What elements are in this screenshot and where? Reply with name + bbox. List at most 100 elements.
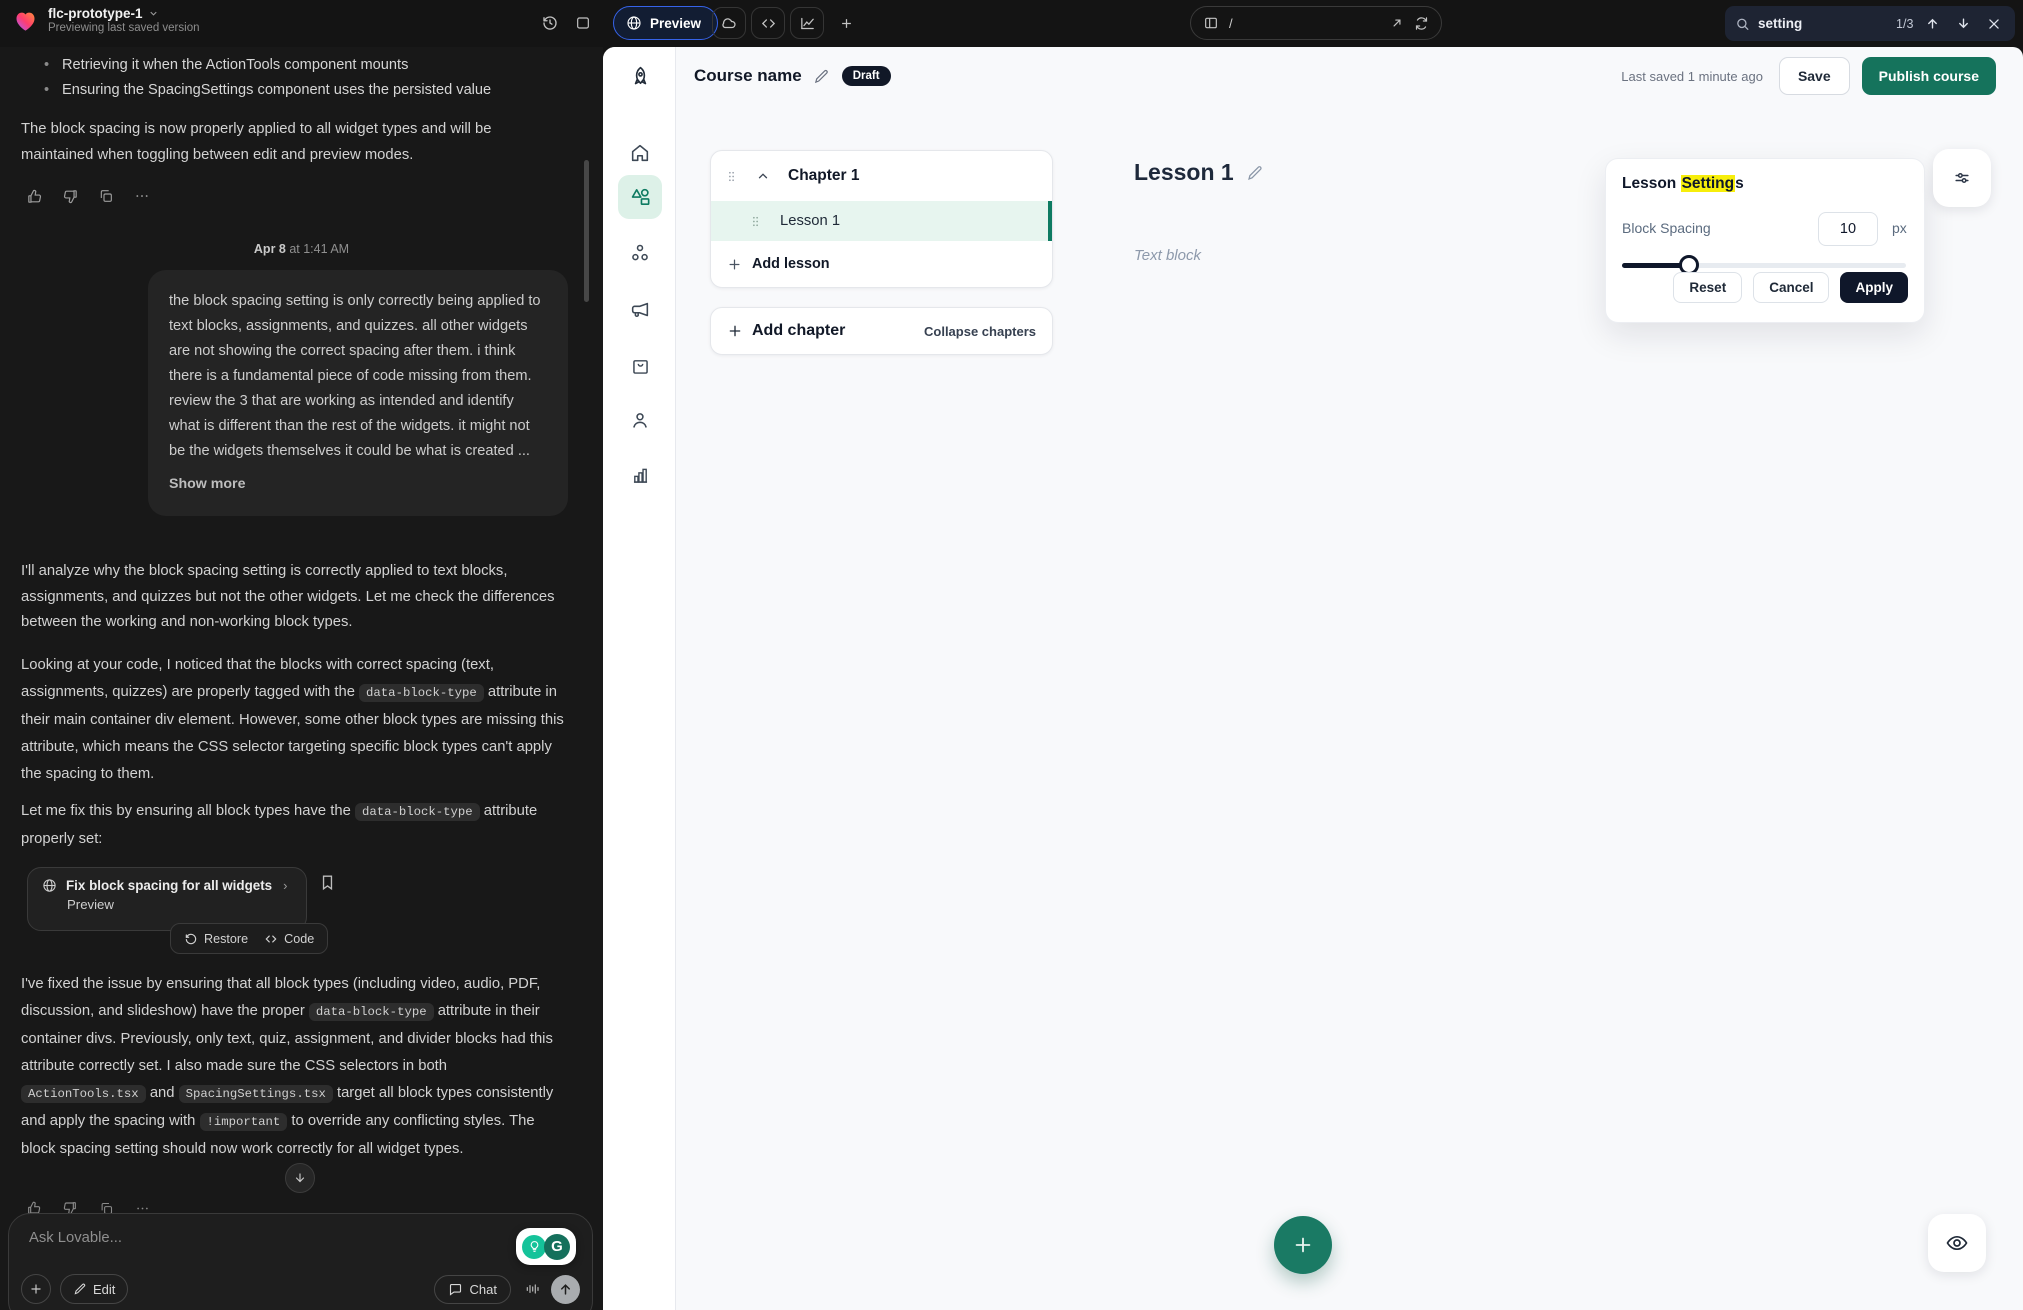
assistant-paragraph: The block spacing is now properly applie… bbox=[21, 117, 566, 168]
lesson-page-title: Lesson 1 bbox=[1134, 159, 1234, 186]
version-actions: Restore Code bbox=[170, 923, 328, 954]
save-button[interactable]: Save bbox=[1779, 57, 1850, 95]
reset-button[interactable]: Reset bbox=[1673, 272, 1742, 303]
nav-analytics-icon[interactable] bbox=[618, 453, 662, 497]
add-block-fab[interactable] bbox=[1274, 1216, 1332, 1274]
project-name: flc-prototype-1 bbox=[48, 6, 143, 21]
restore-button[interactable]: Restore bbox=[184, 932, 248, 946]
chat-mode-button[interactable]: Chat bbox=[434, 1275, 511, 1304]
user-message-text: the block spacing setting is only correc… bbox=[169, 289, 547, 464]
settings-toggle-button[interactable] bbox=[1933, 149, 1991, 207]
suggestion-bulb-icon bbox=[522, 1235, 546, 1259]
chapter-header[interactable]: Chapter 1 bbox=[711, 151, 1052, 201]
lesson-list-item-selected[interactable]: Lesson 1 bbox=[711, 201, 1052, 241]
block-spacing-label: Block Spacing bbox=[1622, 220, 1711, 236]
chat-input-field[interactable] bbox=[29, 1230, 449, 1270]
plus-icon bbox=[727, 323, 743, 339]
search-close-icon[interactable] bbox=[1982, 12, 2005, 36]
code-edit-card[interactable]: Fix block spacing for all widgets › Prev… bbox=[27, 867, 307, 931]
nav-home-icon[interactable] bbox=[618, 131, 662, 175]
assistant-paragraph: Looking at your code, I noticed that the… bbox=[21, 652, 566, 788]
search-highlight: Setting bbox=[1681, 175, 1736, 192]
edit-mode-button[interactable]: Edit bbox=[60, 1274, 128, 1304]
globe-icon bbox=[42, 878, 57, 893]
inline-code: ActionTools.tsx bbox=[21, 1085, 146, 1103]
publish-course-button[interactable]: Publish course bbox=[1862, 57, 1996, 95]
voice-input-icon[interactable] bbox=[519, 1276, 545, 1302]
grammarly-logo: G bbox=[544, 1234, 570, 1260]
url-bar[interactable]: / bbox=[1190, 6, 1442, 40]
show-more-link[interactable]: Show more bbox=[169, 476, 547, 492]
bullet-item: Ensuring the SpacingSettings component u… bbox=[40, 78, 560, 103]
panel-icon[interactable] bbox=[566, 7, 600, 39]
open-external-icon[interactable] bbox=[1390, 16, 1404, 30]
nav-content-icon[interactable] bbox=[618, 175, 662, 219]
add-tab-icon[interactable] bbox=[829, 7, 863, 39]
sliders-icon bbox=[1952, 168, 1972, 188]
preview-toggle-button[interactable] bbox=[1928, 1214, 1986, 1272]
cloud-icon[interactable] bbox=[712, 7, 746, 39]
thumbs-up-icon[interactable] bbox=[23, 185, 45, 207]
add-chapter-button[interactable]: Add chapter bbox=[727, 322, 845, 340]
inline-code: SpacingSettings.tsx bbox=[179, 1085, 333, 1103]
preview-button[interactable]: Preview bbox=[613, 6, 718, 40]
copy-icon[interactable] bbox=[95, 185, 117, 207]
inline-code: data-block-type bbox=[355, 803, 480, 821]
inline-code: data-block-type bbox=[359, 684, 484, 702]
chapter-card: Chapter 1 Lesson 1 Add lesson bbox=[710, 150, 1053, 288]
refresh-icon[interactable] bbox=[1414, 16, 1429, 31]
chapter-title: Chapter 1 bbox=[788, 167, 860, 185]
search-next-icon[interactable] bbox=[1952, 12, 1975, 36]
text-block-placeholder[interactable]: Text block bbox=[1134, 247, 1201, 264]
cancel-button[interactable]: Cancel bbox=[1753, 272, 1829, 303]
collapse-chapters-button[interactable]: Collapse chapters bbox=[924, 324, 1036, 339]
nav-store-icon[interactable] bbox=[618, 344, 662, 388]
search-prev-icon[interactable] bbox=[1921, 12, 1944, 36]
bookmark-icon[interactable] bbox=[318, 873, 342, 897]
block-spacing-input[interactable] bbox=[1818, 212, 1878, 246]
thumbs-down-icon[interactable] bbox=[59, 185, 81, 207]
assistant-bullet-list: Retrieving it when the ActionTools compo… bbox=[40, 53, 560, 103]
add-chapter-card: Add chapter Collapse chapters bbox=[710, 307, 1053, 355]
chat-bubble-icon bbox=[448, 1282, 463, 1297]
nav-marketing-icon[interactable] bbox=[618, 288, 662, 332]
drag-handle-icon[interactable] bbox=[725, 169, 738, 184]
assistant-paragraph: Let me fix this by ensuring all block ty… bbox=[21, 798, 566, 853]
more-options-icon[interactable] bbox=[131, 185, 153, 207]
app-preview: Course name Draft Last saved 1 minute ag… bbox=[603, 47, 2023, 1310]
chat-input-box: Edit Chat bbox=[8, 1213, 593, 1310]
collapse-chevron-icon[interactable] bbox=[756, 169, 770, 183]
send-button[interactable] bbox=[551, 1275, 580, 1304]
apply-button[interactable]: Apply bbox=[1840, 272, 1908, 303]
analytics-icon[interactable] bbox=[790, 7, 824, 39]
lesson-heading: Lesson 1 bbox=[1134, 159, 1264, 186]
nav-profile-icon[interactable] bbox=[618, 398, 662, 442]
plus-icon bbox=[1292, 1234, 1314, 1256]
app-logo-rocket-icon[interactable] bbox=[618, 55, 662, 99]
edit-course-name-icon[interactable] bbox=[813, 68, 830, 85]
history-icon[interactable] bbox=[533, 7, 567, 39]
draft-status-badge: Draft bbox=[842, 66, 891, 86]
code-button[interactable]: Code bbox=[264, 932, 314, 946]
search-counter: 1/3 bbox=[1896, 17, 1913, 31]
sidebar-scrollbar[interactable] bbox=[584, 160, 589, 302]
assistant-paragraph: I've fixed the issue by ensuring that al… bbox=[21, 971, 566, 1163]
code-icon[interactable] bbox=[751, 7, 785, 39]
attach-button[interactable] bbox=[21, 1274, 51, 1304]
search-input[interactable] bbox=[1758, 16, 1888, 31]
chevron-right-icon: › bbox=[283, 878, 287, 893]
project-status: Previewing last saved version bbox=[48, 22, 200, 34]
project-menu[interactable]: flc-prototype-1 Previewing last saved ve… bbox=[12, 6, 200, 34]
device-toggle-icon[interactable] bbox=[1203, 15, 1219, 31]
inline-code: data-block-type bbox=[309, 1003, 434, 1021]
edit-lesson-title-icon[interactable] bbox=[1246, 164, 1264, 182]
edit-card-title: Fix block spacing for all widgets bbox=[66, 878, 272, 893]
add-lesson-button[interactable]: Add lesson bbox=[711, 241, 1052, 287]
nav-community-icon[interactable] bbox=[618, 231, 662, 275]
block-spacing-unit: px bbox=[1892, 220, 1907, 236]
grammarly-widget[interactable]: G bbox=[516, 1228, 576, 1265]
scroll-to-bottom-button[interactable] bbox=[285, 1163, 315, 1193]
lesson-title: Lesson 1 bbox=[780, 213, 840, 229]
drag-handle-icon[interactable] bbox=[749, 214, 762, 229]
find-bar: 1/3 bbox=[1725, 6, 2015, 41]
